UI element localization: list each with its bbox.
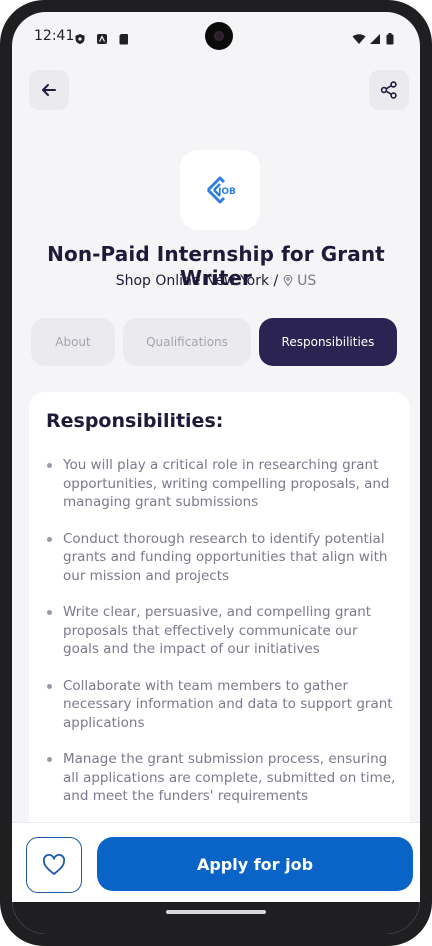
battery-icon <box>386 30 394 45</box>
front-camera <box>205 22 233 50</box>
list-item: Conduct thorough research to identify po… <box>46 530 396 586</box>
list-item: Write clear, persuasive, and compelling … <box>46 603 396 659</box>
shield-status-icon <box>74 30 86 44</box>
company-name: Shop Online New York / <box>115 273 279 289</box>
share-button[interactable] <box>369 70 409 110</box>
responsibilities-card: Responsibilities: You will play a critic… <box>29 392 410 852</box>
phone-frame: 12:41 JOB Non-Paid Internship for Grant … <box>0 0 432 946</box>
logo-text: JOB <box>217 187 236 197</box>
app-screen: 12:41 JOB Non-Paid Internship for Grant … <box>12 12 420 934</box>
wifi-icon <box>352 30 366 44</box>
share-icon <box>380 81 397 99</box>
apply-button[interactable]: Apply for job <box>97 837 413 891</box>
notification-a-icon <box>96 30 108 44</box>
list-item: Collaborate with team members to gather … <box>46 677 396 733</box>
back-button[interactable] <box>29 70 69 110</box>
status-time: 12:41 <box>34 28 75 44</box>
location: US <box>283 273 317 289</box>
tab-qualifications[interactable]: Qualifications <box>123 318 251 366</box>
company-logo: JOB <box>180 150 260 230</box>
location-pin-icon <box>283 274 293 287</box>
status-bar: 12:41 <box>12 12 420 60</box>
tab-responsibilities[interactable]: Responsibilities <box>259 318 397 366</box>
list-item: You will play a critical role in researc… <box>46 456 396 512</box>
arrow-left-icon <box>42 84 56 96</box>
home-indicator[interactable] <box>166 910 266 914</box>
responsibilities-list: You will play a critical role in researc… <box>46 456 396 824</box>
section-title: Responsibilities: <box>46 410 224 432</box>
navigation-bar <box>12 902 420 934</box>
tab-about[interactable]: About <box>31 318 115 366</box>
job-logo-icon: JOB <box>206 176 236 204</box>
location-text: US <box>297 273 317 289</box>
sd-card-icon <box>118 30 130 45</box>
favorite-button[interactable] <box>26 837 82 893</box>
signal-icon <box>369 30 381 44</box>
heart-icon <box>42 854 66 875</box>
list-item: Manage the grant submission process, ens… <box>46 750 396 806</box>
job-subtitle: Shop Online New York / US <box>12 273 420 289</box>
